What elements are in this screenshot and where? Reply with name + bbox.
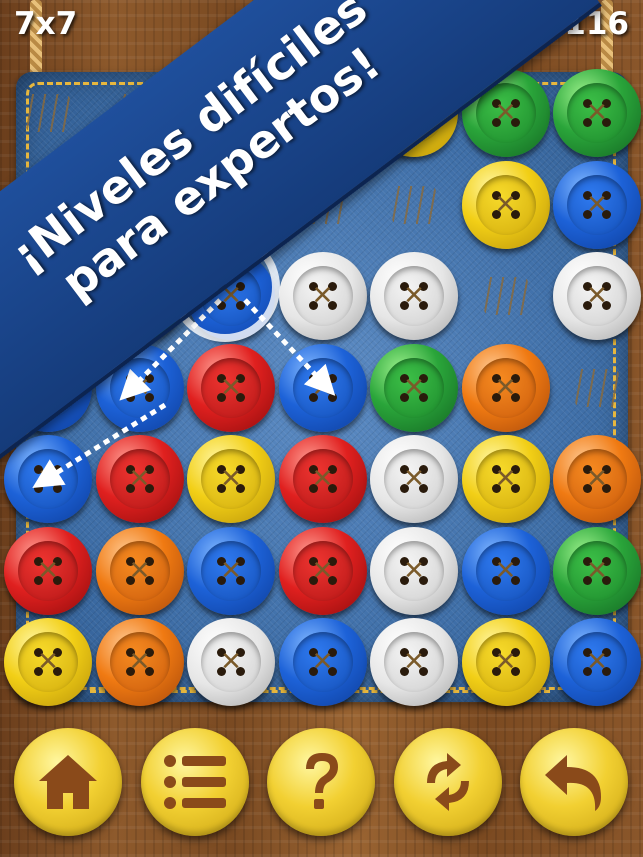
thread-cross: ✕ xyxy=(586,555,608,586)
thread-cross: ✕ xyxy=(586,98,608,128)
empty-slot-stitch xyxy=(392,185,436,224)
button-green[interactable]: ✕ xyxy=(553,69,641,157)
home-icon xyxy=(39,755,97,809)
button-blue[interactable]: ✕ xyxy=(461,526,550,615)
thread-cross: ✕ xyxy=(128,555,151,586)
thread-cross: ✕ xyxy=(128,647,151,677)
button-white[interactable]: ✕ xyxy=(553,252,641,340)
button-white[interactable]: ✕ xyxy=(278,252,367,340)
button-orange[interactable]: ✕ xyxy=(95,526,184,615)
thread-cross: ✕ xyxy=(403,464,425,494)
button-red[interactable]: ✕ xyxy=(4,526,92,615)
level-list-button[interactable] xyxy=(141,728,249,836)
thread-cross: ✕ xyxy=(220,647,242,677)
button-blue[interactable]: ✕ xyxy=(187,526,275,615)
button-red[interactable]: ✕ xyxy=(278,435,367,523)
thread-cross: ✕ xyxy=(128,464,151,494)
button-yellow[interactable]: ✕ xyxy=(187,435,275,523)
thread-cross: ✕ xyxy=(494,555,517,586)
question-icon xyxy=(306,753,338,809)
thread-cross: ✕ xyxy=(37,464,59,494)
button-red[interactable]: ✕ xyxy=(278,526,367,615)
button-blue[interactable]: ✕ xyxy=(278,618,367,706)
thread-cross: ✕ xyxy=(403,281,425,311)
button-yellow[interactable]: ✕ xyxy=(4,618,92,706)
undo-icon xyxy=(545,755,601,811)
button-white[interactable]: ✕ xyxy=(187,618,275,706)
button-green[interactable]: ✕ xyxy=(553,526,641,615)
empty-slot-stitch xyxy=(575,368,619,407)
thread-cross: ✕ xyxy=(586,647,608,677)
help-button[interactable] xyxy=(267,728,375,836)
refresh-icon xyxy=(427,753,469,811)
button-yellow[interactable]: ✕ xyxy=(461,435,550,523)
button-orange[interactable]: ✕ xyxy=(461,343,550,432)
thread-cross: ✕ xyxy=(494,464,517,494)
thread-cross: ✕ xyxy=(311,281,334,311)
thread-cross: ✕ xyxy=(403,555,425,586)
thread-cross: ✕ xyxy=(220,464,242,494)
button-white[interactable]: ✕ xyxy=(370,435,458,523)
button-blue[interactable]: ✕ xyxy=(278,343,367,432)
thread-cross: ✕ xyxy=(311,464,334,494)
thread-cross: ✕ xyxy=(37,555,59,586)
thread-cross: ✕ xyxy=(403,647,425,677)
thread-cross: ✕ xyxy=(311,647,334,677)
button-white[interactable]: ✕ xyxy=(370,252,458,340)
thread-cross: ✕ xyxy=(37,647,59,677)
thread-cross: ✕ xyxy=(494,98,517,128)
thread-cross: ✕ xyxy=(311,372,334,403)
thread-cross: ✕ xyxy=(586,189,608,220)
button-yellow[interactable]: ✕ xyxy=(461,618,550,706)
button-yellow[interactable]: ✕ xyxy=(461,160,550,249)
thread-cross: ✕ xyxy=(128,372,151,403)
button-orange[interactable]: ✕ xyxy=(553,435,641,523)
undo-button[interactable] xyxy=(520,728,628,836)
button-blue[interactable]: ✕ xyxy=(553,618,641,706)
empty-slot-stitch xyxy=(483,277,528,315)
thread-cross: ✕ xyxy=(220,555,242,586)
button-red[interactable]: ✕ xyxy=(95,435,184,523)
button-green[interactable]: ✕ xyxy=(370,343,458,432)
thread-cross: ✕ xyxy=(494,189,517,220)
home-button[interactable] xyxy=(14,728,122,836)
empty-slot-stitch xyxy=(26,94,70,132)
grid-size-label: 7x7 xyxy=(14,6,78,42)
button-white[interactable]: ✕ xyxy=(370,618,458,706)
button-blue[interactable]: ✕ xyxy=(4,435,92,523)
button-white[interactable]: ✕ xyxy=(370,526,458,615)
restart-button[interactable] xyxy=(394,728,502,836)
thread-cross: ✕ xyxy=(586,464,608,494)
thread-cross: ✕ xyxy=(220,372,242,403)
button-orange[interactable]: ✕ xyxy=(95,618,184,706)
thread-cross: ✕ xyxy=(494,647,517,677)
thread-cross: ✕ xyxy=(586,281,608,311)
button-blue[interactable]: ✕ xyxy=(553,160,641,249)
list-icon xyxy=(164,755,226,809)
thread-cross: ✕ xyxy=(311,555,334,586)
button-red[interactable]: ✕ xyxy=(187,343,275,432)
thread-cross: ✕ xyxy=(494,372,517,403)
thread-cross: ✕ xyxy=(403,372,425,403)
